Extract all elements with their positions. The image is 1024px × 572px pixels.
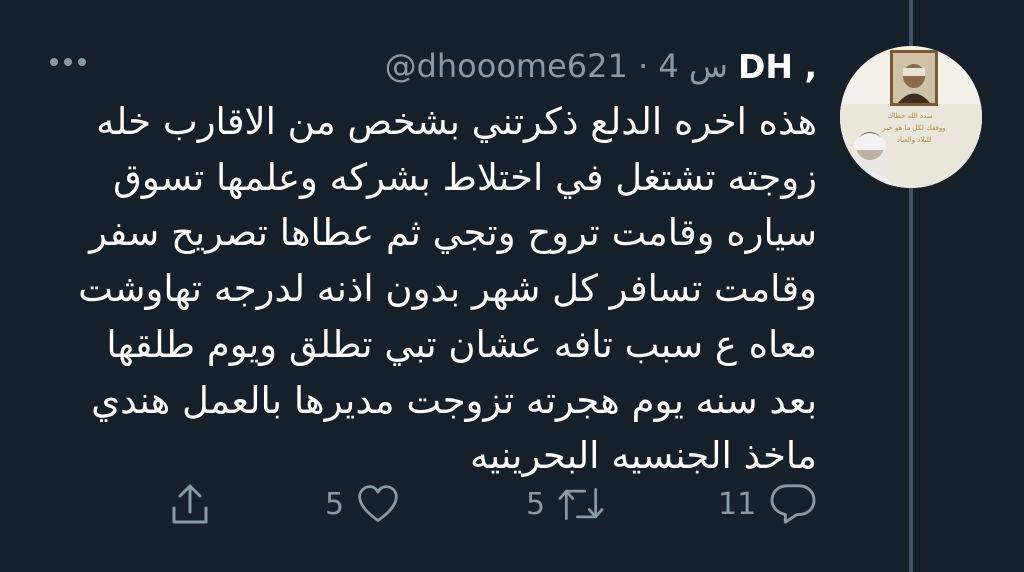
tweet-text: هذه اخره الدلع ذكرتني بشخص من الاقارب خل… [78, 100, 817, 478]
avatar-banner-text-1: سدد الله خطاك [887, 112, 932, 120]
tweet-actions: 5 5 11 [0, 478, 1024, 530]
avatar-banner-text-3: للبلاد والعباد [897, 136, 931, 144]
reply-icon [768, 482, 818, 526]
avatar-image: سدد الله خطاك ووفقك لكل ما هو خير للبلاد… [840, 46, 982, 188]
tweet-header: @dhooome621 · 4 س DH , [385, 40, 817, 92]
reply-count: 11 [718, 486, 757, 522]
display-name[interactable]: DH , [738, 47, 817, 86]
like-icon [356, 482, 400, 526]
like-count: 5 [325, 486, 345, 522]
share-icon [166, 480, 214, 528]
retweet-button[interactable]: 5 [526, 478, 605, 530]
handle-and-time[interactable]: @dhooome621 · 4 س [385, 47, 728, 85]
more-icon[interactable] [48, 52, 94, 72]
like-button[interactable]: 5 [325, 478, 400, 530]
avatar-banner-text-2: ووفقك لكل ما هو خير [881, 124, 945, 132]
reply-button[interactable]: 11 [718, 478, 818, 530]
retweet-icon [557, 482, 605, 526]
avatar[interactable]: سدد الله خطاك ووفقك لكل ما هو خير للبلاد… [840, 46, 982, 188]
share-button[interactable] [166, 478, 214, 530]
retweet-count: 5 [526, 486, 546, 522]
